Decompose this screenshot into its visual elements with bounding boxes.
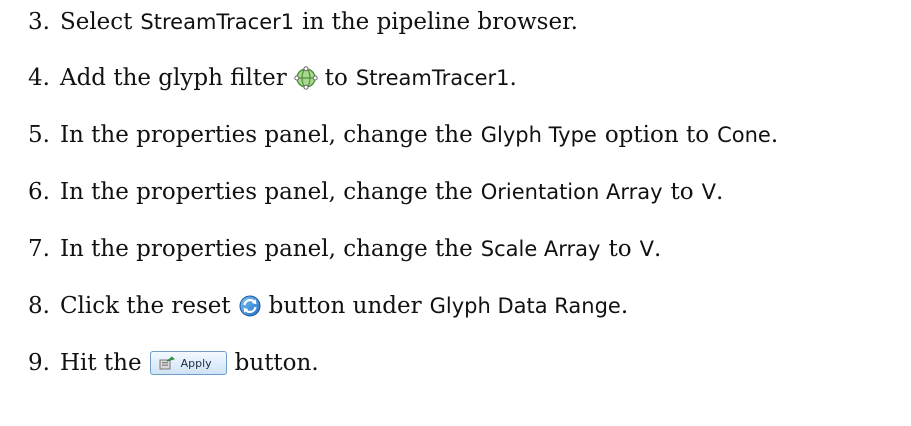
step-period: . — [716, 179, 724, 205]
term-glyph-type: Glyph Type — [480, 123, 597, 147]
step-text: option to — [604, 122, 710, 148]
apply-button-label: Apply — [180, 356, 212, 370]
step-number: 6. — [28, 179, 50, 205]
step-period: . — [509, 65, 517, 91]
step-text: Select — [59, 9, 133, 35]
step-5: 5. In the properties panel, change the G… — [28, 115, 778, 155]
term-streamtracer1: StreamTracer1 — [355, 66, 510, 90]
step-text: button under — [268, 293, 422, 319]
term-cone: Cone — [717, 123, 771, 147]
term-scale-array: Scale Array — [480, 237, 601, 261]
step-number: 9. — [28, 350, 50, 376]
step-text: button. — [234, 350, 319, 376]
step-9: 9. Hit the Apply button. — [28, 343, 319, 383]
term-v: V — [701, 180, 716, 204]
step-number: 5. — [28, 122, 50, 148]
step-6: 6. In the properties panel, change the O… — [28, 172, 723, 212]
step-text: Hit the — [59, 350, 142, 376]
reset-icon — [238, 294, 262, 318]
step-4: 4. Add the glyph filter to StreamTracer1… — [28, 58, 517, 98]
step-period: . — [653, 236, 662, 262]
step-number: 3. — [28, 9, 50, 35]
term-orientation-array: Orientation Array — [480, 180, 663, 204]
step-period: . — [620, 293, 629, 319]
step-text: In the properties panel, change the — [59, 236, 473, 262]
step-text: Click the reset — [59, 293, 231, 319]
step-text: Add the glyph filter — [59, 65, 287, 91]
step-text: In the properties panel, change the — [59, 122, 473, 148]
term-glyph-data-range: Glyph Data Range — [429, 294, 621, 318]
glyph-filter-icon — [294, 66, 318, 90]
apply-button[interactable]: Apply — [149, 351, 227, 375]
step-text: In the properties panel, change the — [59, 179, 473, 205]
step-text: in the pipeline browser. — [302, 9, 578, 35]
step-text: to — [608, 236, 632, 262]
step-number: 4. — [28, 65, 50, 91]
step-text: to — [324, 65, 348, 91]
step-7: 7. In the properties panel, change the S… — [28, 229, 661, 269]
step-number: 8. — [28, 293, 50, 319]
apply-icon — [159, 356, 175, 370]
term-streamtracer1: StreamTracer1 — [140, 10, 295, 34]
step-number: 7. — [28, 236, 50, 262]
step-period: . — [770, 122, 779, 148]
step-3: 3. Select StreamTracer1 in the pipeline … — [28, 2, 578, 42]
step-8: 8. Click the reset button under Glyph Da… — [28, 286, 628, 326]
step-text: to — [670, 179, 694, 205]
term-v: V — [639, 237, 654, 261]
